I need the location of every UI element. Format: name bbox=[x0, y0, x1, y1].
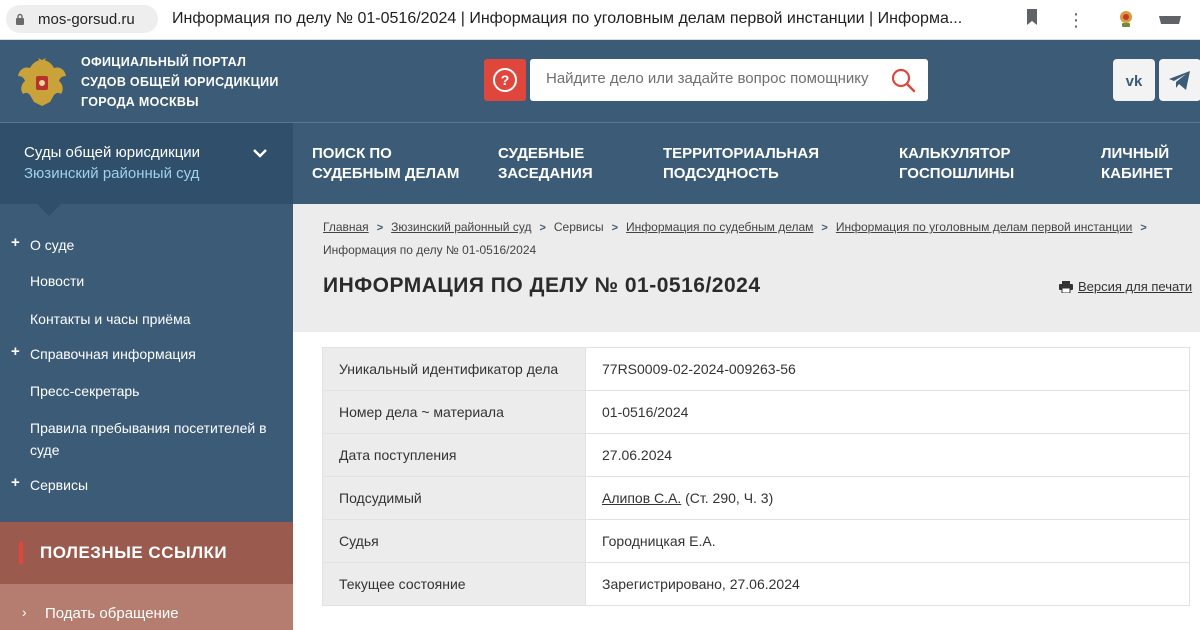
nav-court-sessions[interactable]: СУДЕБНЫЕ ЗАСЕДАНИЯ bbox=[498, 144, 593, 184]
lock-icon bbox=[16, 13, 24, 25]
svg-text:vk: vk bbox=[1126, 73, 1143, 90]
chevron-down-icon bbox=[253, 149, 267, 158]
selector-pointer bbox=[37, 204, 61, 216]
row-label: Дата поступления bbox=[322, 433, 586, 477]
nav-personal-account[interactable]: ЛИЧНЫЙ КАБИНЕТ bbox=[1101, 144, 1173, 184]
sidebar-item-about[interactable]: О суде bbox=[30, 234, 270, 256]
breadcrumb-home[interactable]: Главная bbox=[323, 220, 369, 234]
coat-of-arms-logo[interactable] bbox=[14, 54, 70, 110]
row-value: 27.06.2024 bbox=[585, 433, 1190, 477]
telegram-icon bbox=[1169, 71, 1190, 90]
breadcrumb-separator-icon: > bbox=[376, 222, 384, 234]
nav-jurisdiction[interactable]: ТЕРРИТОРИАЛЬНАЯ ПОДСУДНОСТЬ bbox=[663, 144, 819, 184]
defendant-article: (Ст. 290, Ч. 3) bbox=[685, 490, 774, 506]
breadcrumb-court[interactable]: Зюзинский районный суд bbox=[391, 220, 531, 234]
breadcrumb-separator-icon: > bbox=[611, 222, 619, 234]
submit-appeal-link[interactable]: Подать обращение bbox=[45, 605, 179, 622]
search-box[interactable] bbox=[530, 59, 928, 101]
breadcrumb-current: Информация по делу № 01-0516/2024 bbox=[323, 243, 537, 257]
row-value: 01-0516/2024 bbox=[585, 390, 1190, 434]
search-input[interactable] bbox=[546, 70, 876, 87]
sidebar: + О суде Новости Контакты и часы приёма … bbox=[0, 204, 293, 522]
sidebar-item-news[interactable]: Новости bbox=[30, 270, 270, 292]
printer-icon[interactable] bbox=[1059, 281, 1073, 293]
court-selector-title: Суды общей юрисдикции bbox=[24, 144, 201, 161]
table-row: Номер дела ~ материала 01-0516/2024 bbox=[322, 390, 1190, 434]
profile-icon[interactable] bbox=[1158, 8, 1182, 32]
sidebar-item-services[interactable]: Сервисы bbox=[30, 474, 270, 496]
sidebar-item-contacts[interactable]: Контакты и часы приёма bbox=[30, 308, 270, 330]
svg-text:?: ? bbox=[501, 72, 510, 88]
breadcrumb-separator-icon: > bbox=[539, 222, 546, 234]
useful-links-header: ПОЛЕЗНЫЕ ССЫЛКИ bbox=[0, 522, 293, 584]
row-value: Зарегистрировано, 27.06.2024 bbox=[585, 562, 1190, 606]
useful-link-item[interactable]: › Подать обращение bbox=[0, 584, 293, 630]
table-row: Уникальный идентификатор дела 77RS0009-0… bbox=[322, 347, 1190, 391]
row-label: Номер дела ~ материала bbox=[322, 390, 586, 434]
bookmark-icon[interactable] bbox=[1020, 8, 1044, 32]
table-row: Текущее состояние Зарегистрировано, 27.0… bbox=[322, 562, 1190, 606]
row-label: Судья bbox=[322, 519, 586, 563]
breadcrumb-criminal-cases[interactable]: Информация по уголовным делам первой инс… bbox=[836, 220, 1132, 234]
vk-icon: vk bbox=[1126, 73, 1143, 90]
breadcrumb: Главная > Зюзинский районный суд > Сервисы > И… bbox=[323, 216, 1183, 261]
nav-fee-calculator[interactable]: КАЛЬКУЛЯТОР ГОСПОШЛИНЫ bbox=[899, 144, 1014, 184]
table-row: Дата поступления 27.06.2024 bbox=[322, 433, 1190, 477]
sidebar-item-visitor-rules[interactable]: Правила пребывания посетителей в суде bbox=[30, 417, 270, 461]
portal-title[interactable]: ОФИЦИАЛЬНЫЙ ПОРТАЛ СУДОВ ОБЩЕЙ ЮРИСДИКЦИ… bbox=[81, 52, 279, 112]
assistant-help-button[interactable]: ? bbox=[484, 59, 526, 101]
extension-icon[interactable] bbox=[1114, 8, 1138, 32]
breadcrumb-separator-icon: > bbox=[821, 222, 828, 234]
telegram-button[interactable] bbox=[1159, 59, 1200, 101]
breadcrumb-services: Сервисы bbox=[553, 220, 604, 234]
row-value: Алипов С.А. (Ст. 290, Ч. 3) bbox=[585, 476, 1190, 520]
browser-toolbar: mos-gorsud.ru Информация по делу № 01-05… bbox=[0, 0, 1200, 40]
sidebar-item-reference[interactable]: Справочная информация bbox=[30, 343, 270, 365]
case-info-table: Уникальный идентификатор дела 77RS0009-0… bbox=[322, 347, 1190, 606]
content-header: Главная > Зюзинский районный суд > Сервисы > И… bbox=[293, 204, 1200, 332]
print-version-link[interactable]: Версия для печати bbox=[1078, 279, 1192, 294]
row-value: 77RS0009-02-2024-009263-56 bbox=[585, 347, 1190, 391]
more-menu-icon[interactable]: ⋮ bbox=[1064, 8, 1088, 32]
row-label: Текущее состояние bbox=[322, 562, 586, 606]
table-row: Судья Городницкая Е.А. bbox=[322, 519, 1190, 563]
breadcrumb-case-info[interactable]: Информация по судебным делам bbox=[626, 220, 813, 234]
defendant-link[interactable]: Алипов С.А. bbox=[602, 490, 681, 506]
accent-bar bbox=[19, 542, 23, 564]
row-label: Подсудимый bbox=[322, 476, 586, 520]
main-nav: Суды общей юрисдикции Зюзинский районный… bbox=[0, 122, 1200, 205]
search-icon[interactable] bbox=[890, 67, 916, 93]
page-title: ИНФОРМАЦИЯ ПО ДЕЛУ № 01-0516/2024 bbox=[323, 274, 761, 297]
row-value: Городницкая Е.А. bbox=[585, 519, 1190, 563]
expand-plus-icon[interactable]: + bbox=[11, 234, 20, 251]
useful-links-title: ПОЛЕЗНЫЕ ССЫЛКИ bbox=[40, 543, 228, 562]
chevron-right-icon: › bbox=[22, 604, 27, 620]
breadcrumb-separator-icon: > bbox=[1140, 222, 1147, 234]
table-row: Подсудимый Алипов С.А. (Ст. 290, Ч. 3) bbox=[322, 476, 1190, 520]
expand-plus-icon[interactable]: + bbox=[11, 343, 20, 360]
court-selector[interactable]: Суды общей юрисдикции Зюзинский районный… bbox=[0, 123, 293, 205]
site-header: ОФИЦИАЛЬНЫЙ ПОРТАЛ СУДОВ ОБЩЕЙ ЮРИСДИКЦИ… bbox=[0, 40, 1200, 122]
row-label: Уникальный идентификатор дела bbox=[322, 347, 586, 391]
page-tab-title: Информация по делу № 01-0516/2024 | Инфо… bbox=[172, 10, 963, 27]
court-selector-subtitle: Зюзинский районный суд bbox=[24, 165, 200, 182]
vk-button[interactable]: vk bbox=[1113, 59, 1155, 101]
url-text: mos-gorsud.ru bbox=[38, 11, 135, 28]
expand-plus-icon[interactable]: + bbox=[11, 474, 20, 491]
address-bar[interactable]: mos-gorsud.ru bbox=[6, 5, 158, 33]
nav-case-search[interactable]: ПОИСК ПО СУДЕБНЫМ ДЕЛАМ bbox=[312, 144, 459, 184]
sidebar-item-press[interactable]: Пресс-секретарь bbox=[30, 380, 270, 402]
question-circle-icon: ? bbox=[493, 68, 517, 92]
